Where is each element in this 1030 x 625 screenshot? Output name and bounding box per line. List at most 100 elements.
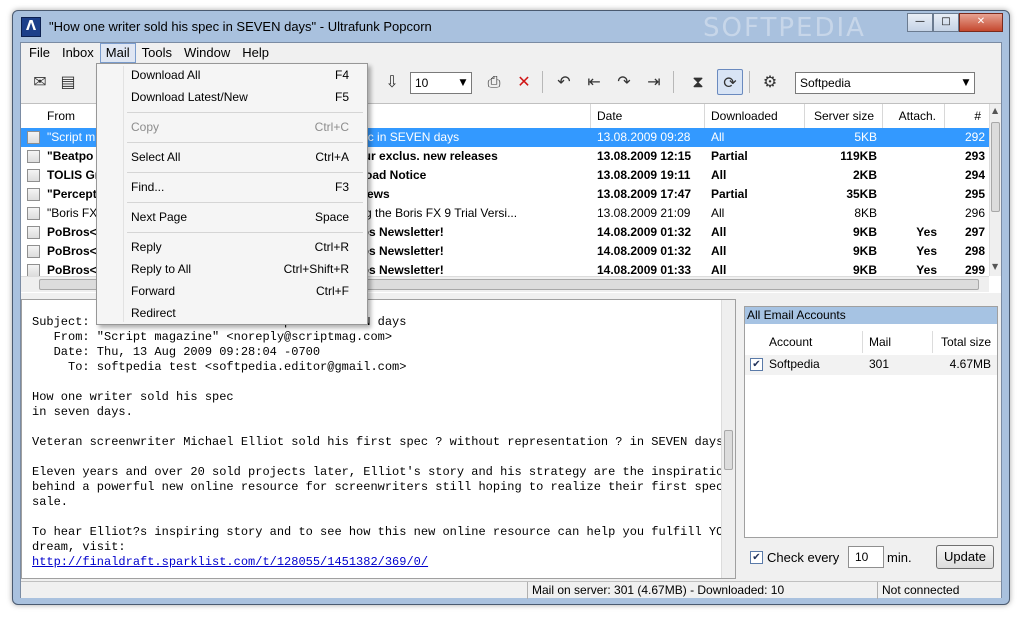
row-date: 14.08.2009 01:32 — [597, 225, 692, 239]
scroll-up-icon[interactable]: ▲ — [992, 106, 998, 115]
menu-item-shortcut: Ctrl+F — [316, 284, 349, 298]
scroll-down-icon[interactable]: ▼ — [992, 262, 998, 271]
row-date: 13.08.2009 19:11 — [597, 168, 691, 182]
preview-scrollbar[interactable] — [721, 300, 735, 578]
row-date: 13.08.2009 17:47 — [597, 187, 692, 201]
message-count-select[interactable]: 10 ▼ — [410, 72, 472, 94]
auto-check-icon[interactable]: ⟳ — [717, 69, 743, 95]
row-checkbox[interactable] — [27, 207, 40, 220]
menu-item-redirect[interactable]: Redirect — [99, 302, 365, 324]
check-every-label: Check every — [767, 550, 840, 565]
accounts-panel: All Email Accounts Account Mail Total si… — [744, 306, 998, 538]
row-size: 5KB — [854, 130, 877, 144]
menu-window[interactable]: Window — [178, 43, 236, 63]
check-interval-unit: min. — [887, 550, 912, 565]
delete-icon[interactable]: ✕ — [511, 69, 537, 95]
close-button[interactable]: ✕ — [959, 13, 1003, 32]
row-downloaded: Partial — [711, 149, 748, 163]
column-header-date[interactable]: Date — [591, 104, 705, 128]
preview-body: How one writer sold his spec in seven da… — [32, 390, 735, 554]
reply-icon[interactable]: ↶ — [551, 69, 577, 95]
row-attach — [883, 128, 937, 147]
menu-item-shortcut: Space — [314, 210, 349, 224]
menu-file[interactable]: File — [23, 43, 56, 63]
row-checkbox[interactable] — [27, 226, 40, 239]
column-header-attach[interactable]: Attach. — [883, 104, 945, 128]
preview-header-line: To: softpedia test <softpedia.editor@gma… — [32, 360, 407, 374]
update-button[interactable]: Update — [936, 545, 994, 569]
menu-item-shortcut: Ctrl+A — [315, 150, 349, 164]
row-attach: Yes — [916, 225, 937, 239]
menu-item-reply[interactable]: Reply Ctrl+R — [99, 236, 365, 258]
preview-text: Subject: "How one writer sold his spec i… — [32, 315, 735, 570]
watermark: SOFTPEDIA — [703, 13, 866, 43]
menu-item-select-all[interactable]: Select All Ctrl+A — [99, 146, 365, 168]
preview-scrollbar-thumb[interactable] — [724, 430, 733, 470]
row-checkbox[interactable] — [27, 245, 40, 258]
row-attach: Yes — [916, 244, 937, 258]
row-downloaded: All — [711, 168, 727, 182]
new-mail-icon[interactable]: ✉ — [27, 69, 53, 95]
account-settings-icon[interactable]: ⚙ — [757, 69, 783, 95]
check-every-checkbox[interactable]: ✔ — [750, 551, 763, 564]
menu-help[interactable]: Help — [236, 43, 275, 63]
menu-item-label: Reply to All — [131, 262, 192, 276]
menu-item-find[interactable]: Find... F3 — [99, 176, 365, 198]
menu-item-next-page[interactable]: Next Page Space — [99, 206, 365, 228]
row-size: 9KB — [852, 225, 877, 239]
menu-inbox[interactable]: Inbox — [56, 43, 100, 63]
check-interval-input[interactable]: 10 — [848, 546, 884, 568]
menu-item-forward[interactable]: Forward Ctrl+F — [99, 280, 365, 302]
row-num: 292 — [964, 130, 985, 144]
row-attach — [883, 166, 937, 185]
column-header-account[interactable]: Account — [745, 331, 863, 353]
column-header-total-size[interactable]: Total size — [933, 331, 997, 353]
column-header-size[interactable]: Server size — [805, 104, 883, 128]
message-list-scrollbar[interactable]: ▲ ▼ — [989, 104, 1001, 276]
print-icon[interactable]: ⎙ — [481, 69, 507, 95]
message-count-value: 10 — [415, 76, 429, 90]
redirect-icon[interactable]: ⇥ — [641, 69, 667, 95]
menu-separator — [127, 172, 363, 173]
scrollbar-thumb[interactable] — [991, 122, 1000, 212]
address-book-icon[interactable]: ▤ — [55, 69, 81, 95]
row-size: 35KB — [846, 187, 877, 201]
menu-mail[interactable]: Mail — [99, 43, 136, 63]
row-num: 297 — [964, 225, 985, 239]
forward-icon[interactable]: ↷ — [611, 69, 637, 95]
toolbar-separator — [542, 71, 543, 93]
account-select[interactable]: Softpedia ▼ — [795, 72, 975, 94]
menu-item-download-all[interactable]: Download All F4 — [99, 64, 365, 86]
chevron-down-icon: ▼ — [459, 78, 467, 88]
menu-separator — [127, 142, 363, 143]
row-downloaded: All — [711, 130, 725, 144]
menu-item-label: Copy — [131, 120, 160, 134]
column-header-mail[interactable]: Mail — [863, 331, 933, 353]
menu-item-label: Find... — [131, 180, 165, 194]
hourglass-icon[interactable]: ⧗ — [685, 69, 711, 95]
row-checkbox[interactable] — [27, 169, 40, 182]
title-bar: Λ "How one writer sold his spec in SEVEN… — [13, 11, 1009, 43]
menu-item-copy: Copy Ctrl+C — [99, 116, 365, 138]
menu-tools[interactable]: Tools — [136, 43, 178, 63]
minimize-button[interactable]: — — [907, 13, 933, 32]
column-header-number[interactable]: # — [945, 104, 989, 128]
menu-separator — [127, 112, 363, 113]
row-checkbox[interactable] — [27, 131, 40, 144]
menu-item-reply-to-all[interactable]: Reply to All Ctrl+Shift+R — [99, 258, 365, 280]
download-icon[interactable]: ⇩ — [379, 69, 405, 95]
preview-link[interactable]: http://finaldraft.sparklist.com/t/128055… — [32, 555, 428, 569]
maximize-button[interactable]: □ — [933, 13, 959, 32]
menu-item-label: Redirect — [131, 306, 176, 320]
row-num: 298 — [964, 244, 985, 258]
reply-all-icon[interactable]: ⇤ — [581, 69, 607, 95]
menu-item-download-latest-new[interactable]: Download Latest/New F5 — [99, 86, 365, 108]
check-every-bar: ✔ Check every 10 min. Update — [744, 543, 998, 573]
column-header-downloaded[interactable]: Downloaded — [705, 104, 805, 128]
account-row[interactable]: ✔ Softpedia 301 4.67MB — [745, 355, 997, 375]
row-checkbox[interactable] — [27, 150, 40, 163]
menu-item-shortcut: F4 — [334, 68, 349, 82]
row-checkbox[interactable] — [27, 188, 40, 201]
toolbar-separator — [673, 71, 674, 93]
account-checkbox[interactable]: ✔ — [750, 358, 763, 371]
